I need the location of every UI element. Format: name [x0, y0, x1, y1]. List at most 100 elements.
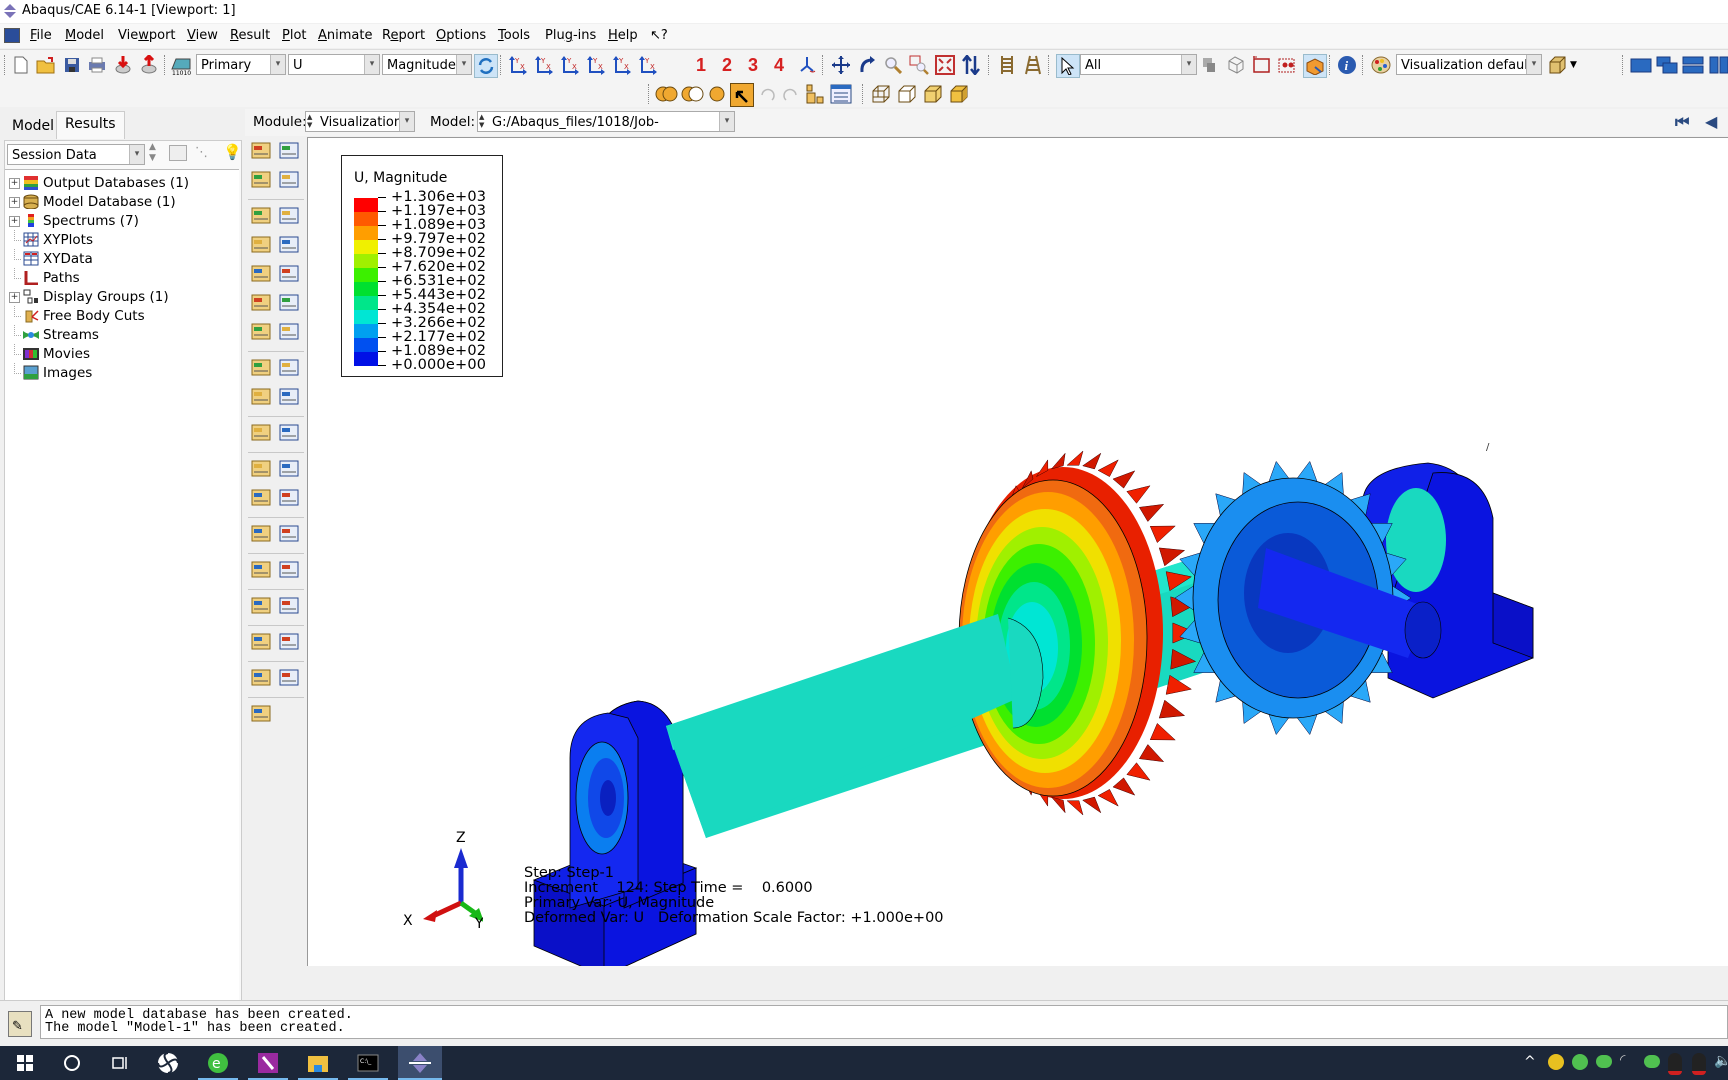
create-color-code-button[interactable] [249, 558, 275, 582]
tree-item-paths[interactable]: Paths [5, 268, 239, 288]
tree-item-model-database[interactable]: + Model Database (1) [5, 192, 239, 212]
menu-plot[interactable]: Plot [282, 28, 307, 43]
back-view-button[interactable]: YX [534, 54, 556, 76]
menu-result[interactable]: Result [230, 28, 270, 43]
display-group-table-button[interactable] [830, 83, 852, 105]
stream-manager-button[interactable] [277, 630, 303, 654]
new-file-button[interactable] [10, 54, 32, 76]
display-group-button[interactable] [706, 83, 728, 105]
tree-filter-button[interactable]: ⋱ [195, 145, 208, 160]
sync-options-button[interactable] [474, 54, 498, 78]
parent-folder-button[interactable] [169, 145, 187, 161]
taskbar-app-onenote[interactable] [248, 1046, 288, 1080]
tree-item-spectrums[interactable]: + Spectrums (7) [5, 211, 239, 231]
plot-deformed-shape-button[interactable] [277, 204, 303, 228]
tree-item-free-body-cuts[interactable]: Free Body Cuts [5, 306, 239, 326]
color-code-manager-button[interactable] [277, 558, 303, 582]
plot-symbols-button[interactable] [249, 262, 275, 286]
menu-options[interactable]: Options [436, 28, 486, 43]
expand-icon[interactable]: + [9, 292, 20, 303]
contour-options-button[interactable] [277, 233, 303, 257]
taskbar-app-browser[interactable]: e [198, 1046, 238, 1080]
animation-options-button[interactable] [277, 385, 303, 409]
toolbar-grip[interactable] [1362, 55, 1365, 75]
tray-icon-browser[interactable] [1572, 1054, 1588, 1070]
session-data-select[interactable]: Session Data ▾ [7, 144, 145, 165]
previous-frame-button[interactable]: ◀ [1705, 112, 1717, 131]
menu-report[interactable]: Report [382, 28, 425, 43]
toolbar-grip[interactable] [1329, 55, 1332, 75]
taskbar-app-explorer[interactable] [298, 1046, 338, 1080]
cycle-views-button[interactable] [960, 54, 982, 76]
user-view-4-button[interactable]: 4 [768, 54, 790, 76]
menu-file[interactable]: File [30, 28, 52, 43]
import-button[interactable] [112, 54, 134, 76]
display-group-manager-button[interactable] [804, 83, 826, 105]
message-log[interactable]: A new model database has been created. Th… [40, 1005, 1728, 1039]
bottom-view-button[interactable]: YX [586, 54, 608, 76]
menu-tools[interactable]: Tools [498, 28, 530, 43]
probe-manager-button[interactable] [277, 666, 303, 690]
ladder-button[interactable] [996, 54, 1018, 76]
kernel-command-toggle[interactable]: ✎ [8, 1011, 32, 1037]
ladder-perspective-button[interactable] [1022, 54, 1044, 76]
undo-button[interactable] [756, 83, 778, 105]
tray-icon-wechat-2[interactable] [1644, 1055, 1660, 1068]
create-free-body-cut-button[interactable] [249, 594, 275, 618]
tray-icon-qq[interactable] [1668, 1053, 1682, 1075]
toolbar-grip[interactable] [164, 55, 167, 75]
tree-item-xydata[interactable]: XYData [5, 249, 239, 269]
tree-item-streams[interactable]: Streams [5, 325, 239, 345]
save-button[interactable] [61, 54, 83, 76]
rotate-button[interactable] [856, 54, 878, 76]
create-xy-data-button[interactable] [249, 457, 275, 481]
viewport[interactable]: U, Magnitude +1.306e+03 +1.197e+03 +1.089e… [307, 137, 1728, 966]
orientation-options-button[interactable] [277, 291, 303, 315]
menu-plug-ins[interactable]: Plug-ins [545, 28, 596, 43]
model-select[interactable]: ▲▼ G:/Abaqus_files/1018/Job-dynamic.odb▾ [477, 111, 735, 151]
tree-item-movies[interactable]: Movies [5, 344, 239, 364]
variable-select[interactable]: U ▾ [288, 54, 380, 75]
user-view-2-button[interactable]: 2 [716, 54, 738, 76]
pan-button[interactable] [830, 54, 852, 76]
volume-button[interactable]: 🔈 [1714, 1053, 1728, 1069]
node-select-button[interactable] [1277, 54, 1299, 76]
tray-icon-wifi[interactable]: ◜ [1620, 1052, 1625, 1068]
front-view-button[interactable]: YX [508, 54, 530, 76]
toolbar-grip[interactable] [822, 55, 825, 75]
selection-filter-select[interactable]: All ▾ [1080, 54, 1197, 75]
tip-button[interactable]: 💡 [223, 143, 242, 161]
top-view-button[interactable]: YX [560, 54, 582, 76]
iso-view-button[interactable] [796, 54, 818, 76]
color-code-button[interactable] [1370, 54, 1392, 76]
plot-undeformed-shape-button[interactable] [249, 204, 275, 228]
left-view-button[interactable]: YX [612, 54, 634, 76]
tab-results[interactable]: Results [56, 111, 125, 139]
create-view-cut-button[interactable] [249, 421, 275, 445]
taskbar-app-fan[interactable] [148, 1046, 188, 1080]
tree-item-xyplots[interactable]: XYPlots [5, 230, 239, 250]
tab-model[interactable]: Model [4, 114, 63, 138]
render-filled-button[interactable] [922, 83, 944, 105]
step-select[interactable]: Primary ▾ [196, 54, 286, 75]
create-stream-button[interactable] [249, 630, 275, 654]
plot-multi-undeformed-button[interactable] [277, 139, 303, 163]
boolean-intersect-button[interactable] [680, 83, 706, 105]
expand-icon[interactable]: + [9, 216, 20, 227]
expand-icon[interactable]: + [9, 178, 20, 189]
expand-icon[interactable]: + [9, 197, 20, 208]
render-hidden-button[interactable] [896, 83, 918, 105]
invariant-select[interactable]: Magnitude ▾ [382, 54, 472, 75]
toolbar-grip[interactable] [4, 55, 7, 75]
first-frame-button[interactable]: ⏮ [1675, 112, 1689, 132]
menu-animate[interactable]: Animate [318, 28, 372, 43]
system-menu-icon[interactable] [4, 28, 20, 43]
plot-undeformed-button[interactable] [249, 139, 275, 163]
task-view-button[interactable] [100, 1046, 140, 1080]
select-from-viewport-button[interactable] [1225, 54, 1247, 76]
zoom-button[interactable] [882, 54, 904, 76]
menu-view[interactable]: View [187, 28, 218, 43]
tile-viewport-button[interactable] [1630, 54, 1652, 76]
user-view-1-button[interactable]: 1 [690, 54, 712, 76]
taskbar-app-cmd[interactable]: C:\_ [348, 1046, 388, 1080]
